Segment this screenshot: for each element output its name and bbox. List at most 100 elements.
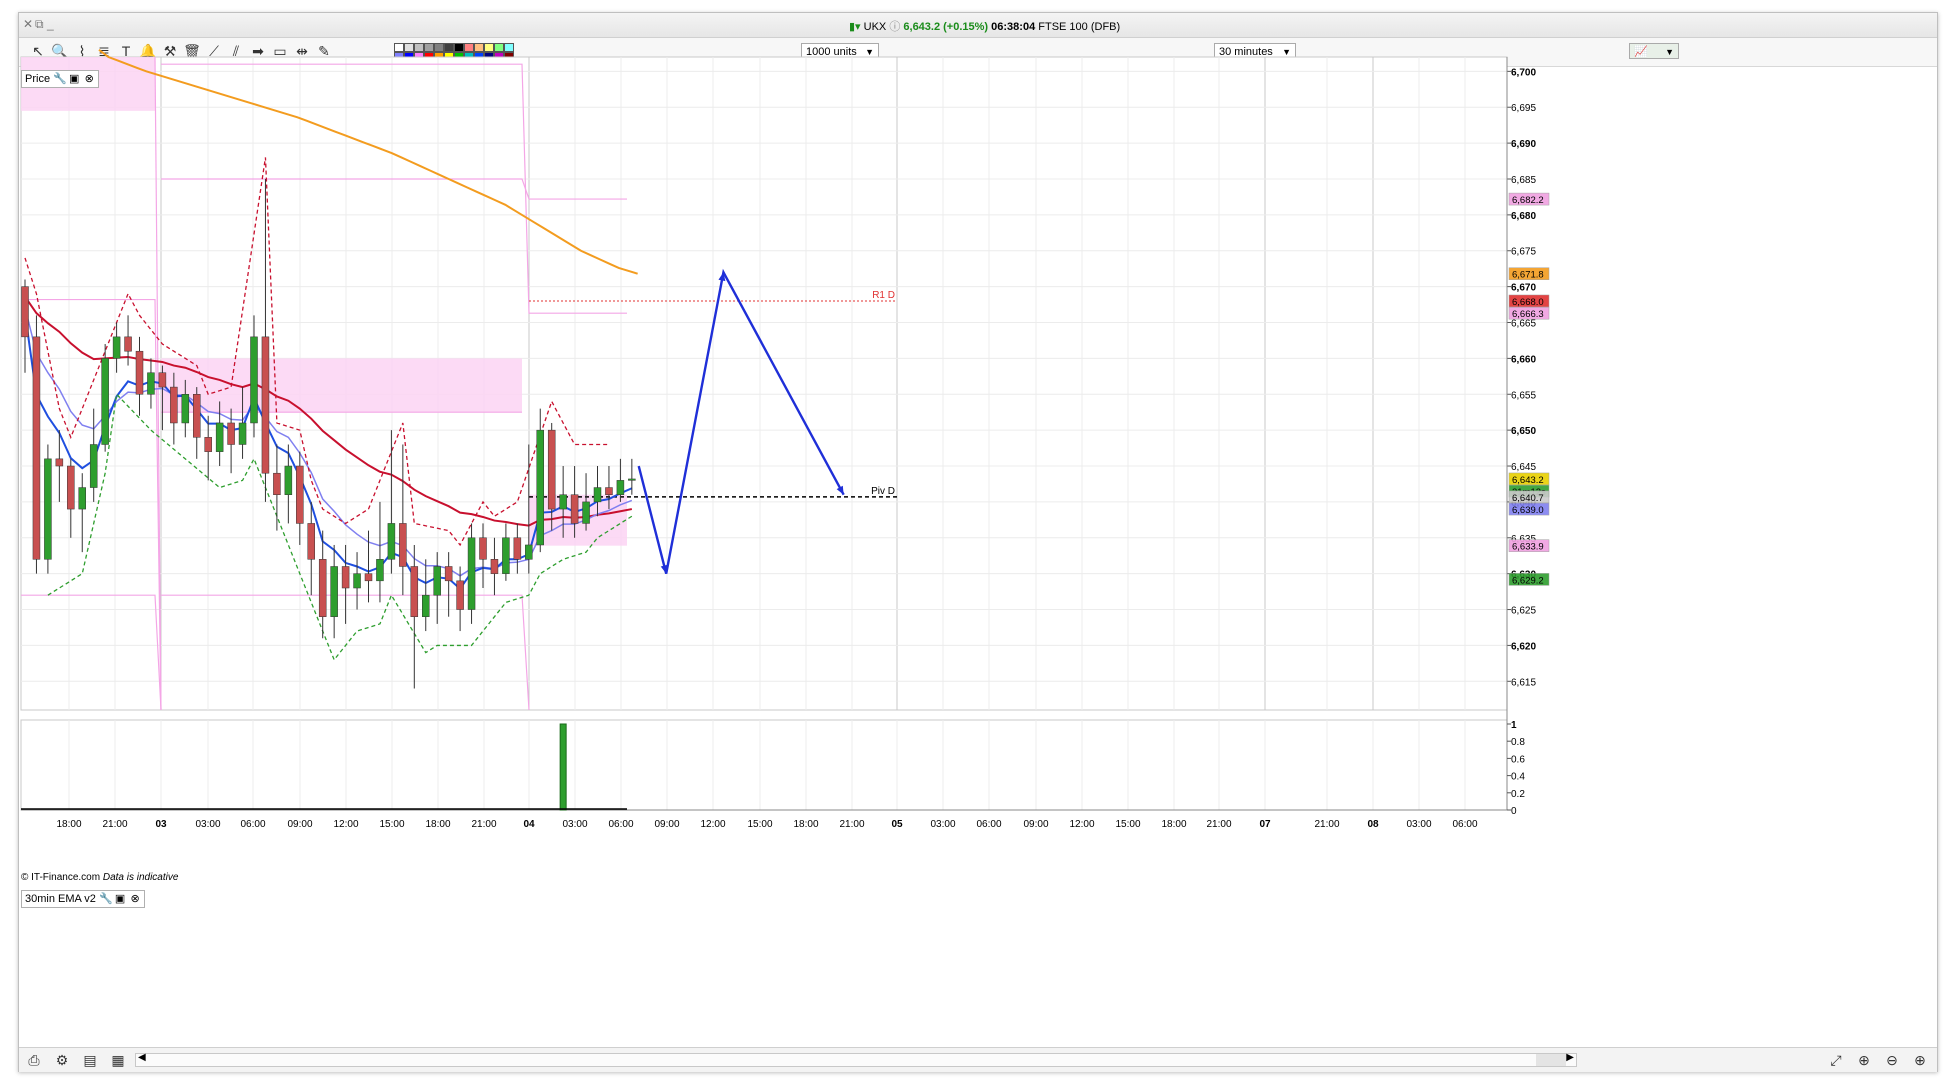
indicator-panel-tag[interactable]: 30min EMA v2 🔧 ▣ ⊗ [21,890,146,908]
data-credit: © IT-Finance.com Data is indicative [21,872,178,883]
price-label-text: 6,682.2 [1512,195,1544,206]
zoom-in-icon[interactable]: ⊕ [1911,1051,1929,1069]
price-label-text: 6,640.7 [1512,493,1544,504]
candle-body [284,465,293,495]
price-label-text: 6,668.0 [1512,297,1544,308]
candle-body [181,394,190,424]
compare-icon[interactable]: ⚙ [53,1051,71,1069]
close-panel-icon[interactable]: ⊗ [129,891,141,907]
time-tick-label: 15:00 [1115,819,1140,830]
time-tick-label: 18:00 [425,819,450,830]
time-tick-label: 21:00 [102,819,127,830]
candle-body [410,566,419,617]
candle-body [444,566,453,582]
candle-body [250,336,258,424]
candle-body [330,566,338,617]
price-panel-label: Price [25,73,51,85]
candle-body [399,523,407,567]
candle-body [422,594,430,617]
candle-body [215,422,224,452]
candle-body [605,487,613,495]
candle-body [341,566,350,589]
price-label-text: 6,639.0 [1512,505,1544,516]
scroll-thumb[interactable] [1536,1054,1566,1066]
horizontal-scrollbar[interactable]: ◀ ▶ [135,1052,1577,1067]
window-icon[interactable]: ▣ [68,71,80,87]
price-tick-label: 6,620 [1511,641,1536,652]
time-tick-label: 06:00 [1452,819,1477,830]
candle-body [147,372,155,395]
price-label-text: 6,666.3 [1512,309,1544,320]
zoom-out-icon[interactable]: ⊖ [1883,1051,1901,1069]
time-tick-label: 12:00 [333,819,358,830]
scroll-right-icon[interactable]: ▶ [1566,1052,1574,1063]
wrench-icon[interactable]: 🔧 [99,891,113,907]
indicator-tick-label: 0.2 [1511,789,1525,800]
candle-body [124,336,132,352]
time-tick-label: 09:00 [654,819,679,830]
candle-body [135,350,144,395]
candle-body [628,478,636,481]
window-icon[interactable]: ▣ [114,891,126,907]
time-tick-label: 21:00 [471,819,496,830]
time-tick-label: 12:00 [1069,819,1094,830]
scroll-left-icon[interactable]: ◀ [138,1052,146,1063]
time-tick-label: 09:00 [287,819,312,830]
indicator-panel [20,719,1508,811]
candle-body [376,559,384,582]
zoom-reset-icon[interactable]: ⊕ [1855,1051,1873,1069]
price-label-text: 6,671.8 [1512,270,1544,281]
candle-body [67,465,75,510]
candle-body [227,422,235,445]
candle-body [616,480,625,495]
price-tick-label: 6,645 [1511,462,1536,473]
layout-icon[interactable]: ▤ [81,1051,99,1069]
close-panel-icon[interactable]: ⊗ [83,71,95,87]
price-tick-label: 6,660 [1511,354,1536,365]
time-tick-label: 06:00 [608,819,633,830]
candle-body [536,429,544,546]
time-tick-label: 09:00 [1023,819,1048,830]
candle-body [353,573,361,589]
candle-body [490,559,499,574]
candle-body [55,458,64,467]
candle-body [44,458,52,560]
price-label-text: 6,633.9 [1512,542,1544,553]
price-tick-label: 6,690 [1511,139,1536,150]
price-tick-label: 6,650 [1511,426,1536,437]
credit-note: Data is indicative [102,872,179,883]
candle-body [101,358,109,445]
candle-body [296,465,304,524]
candle-body [170,386,178,424]
price-tick-label: 6,670 [1511,283,1536,294]
candle-body [502,537,510,574]
indicator-bar [559,723,567,811]
indicator-tick-label: 1 [1511,720,1517,731]
time-tick-label: 03:00 [930,819,955,830]
time-tick-label: 15:00 [379,819,404,830]
price-label-text: 6,643.2 [1512,475,1544,486]
pivot-zone [161,358,522,413]
candle-body [593,487,602,503]
candle-body [112,336,121,359]
price-tick-label: 6,680 [1511,211,1536,222]
chart-canvas[interactable]: 18:00 21:00 03 03:00 06:00 09:00 12:00 15:00 18:… [19,13,1937,1047]
candle-body [318,559,327,617]
candle-body [307,523,315,560]
candle-body [89,444,98,488]
fit-chart-icon[interactable]: ⤢ [1827,1051,1845,1069]
candle-body [273,472,281,495]
candle-body [32,336,41,560]
indicator-tick-label: 0.6 [1511,754,1525,765]
time-tick-label: 18:00 [1161,819,1186,830]
template-icon[interactable]: ▦ [109,1051,127,1069]
time-tick-label: 08 [1367,819,1379,830]
time-tick-label: 21:00 [839,819,864,830]
time-tick-label: 07 [1259,819,1271,830]
add-chart-icon[interactable]: ⎙ [25,1051,43,1069]
wrench-icon[interactable]: 🔧 [53,71,67,87]
candle-body [78,487,86,510]
candle-body [467,537,476,610]
price-panel-tag[interactable]: Price 🔧 ▣ ⊗ [21,70,100,88]
time-tick-label: 21:00 [1314,819,1339,830]
